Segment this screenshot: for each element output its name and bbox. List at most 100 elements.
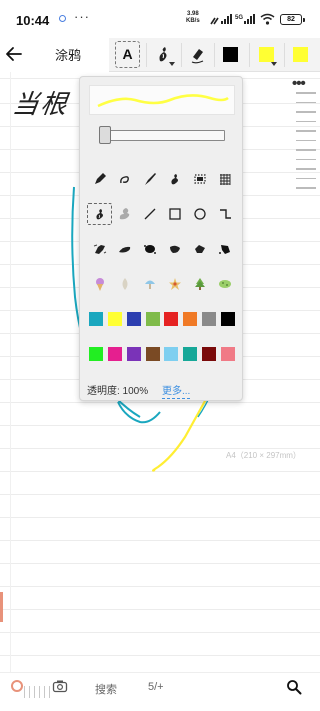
color-swatch-fill [183,311,198,326]
color-swatch-fill [201,346,216,361]
camera-icon[interactable] [52,679,68,693]
panel-footer: 透明度: 100% 更多... [87,382,237,399]
stroke-width-slider[interactable] [101,130,225,141]
record-icon[interactable] [11,680,23,692]
color-swatch-fill [126,346,141,361]
text-tool-button[interactable]: A [115,41,140,68]
pebble-sticker-icon[interactable] [212,273,237,295]
tree-sticker-icon[interactable] [187,273,212,295]
color-swatch[interactable] [143,343,162,365]
bottom-bar: 搜索 5/+ [0,672,320,711]
ink-splat-icon[interactable] [87,238,112,260]
freehand-icon[interactable] [87,202,112,225]
calligraphy-icon[interactable] [112,168,137,190]
status-icons: 5G [210,12,275,26]
color-swatch[interactable] [87,308,106,330]
chevron-down-icon [271,62,277,66]
wifi-icon [260,13,275,25]
search-label[interactable]: 搜索 [95,681,117,697]
mesh-icon[interactable] [212,168,237,190]
paper-size-label: A4（210 × 297mm） [226,451,301,460]
color-swatch-fill [89,311,104,326]
status-time: 10:44 [16,13,50,28]
signal-icon [210,14,232,25]
color-swatch[interactable] [218,343,237,365]
color-swatch[interactable] [162,308,181,330]
top-toolbar: 涂鸦 A [0,38,320,72]
battery-indicator: 82 [280,14,305,25]
divider [146,43,147,67]
star-sticker-icon[interactable] [162,273,187,295]
color-swatch-fill [145,311,160,326]
color-swatch[interactable] [106,308,125,330]
ink-stroke-icon[interactable] [162,238,187,260]
net-speed-value: 3.98 [186,11,199,17]
divider [284,43,285,67]
more-link[interactable]: 更多... [162,382,191,399]
lines-icon [24,686,50,698]
ice-cream-sticker-icon[interactable] [87,273,112,295]
brush-icon[interactable] [137,168,162,190]
line-icon[interactable] [137,203,162,225]
color-swatch[interactable] [200,308,219,330]
back-arrow-icon[interactable] [4,44,24,64]
color-swatch-fill [89,346,104,361]
step-line-icon[interactable] [212,203,237,225]
color-swatch-fill [220,346,235,361]
divider [181,43,182,67]
color-swatch[interactable] [181,343,200,365]
ink-dab-icon[interactable] [212,238,237,260]
color-swatch[interactable] [162,343,181,365]
status-bar: 10:44 ··· 3.98 KB/s 5G 82 [0,0,320,38]
yellow-color-button[interactable] [259,47,274,62]
color-swatch[interactable] [125,308,144,330]
tool-grid [87,161,237,371]
divider [249,43,250,67]
color-swatch[interactable] [218,308,237,330]
divider [214,43,215,67]
smudge-icon[interactable] [112,203,137,225]
page-outline-strip[interactable] [296,92,316,197]
sketch-icon[interactable] [162,168,187,190]
eraser-tool-icon[interactable] [186,43,210,67]
color-swatch-fill [220,311,235,326]
notification-icon [59,15,66,22]
handwriting-text: 当根 [10,90,71,120]
highlighter-color-button[interactable] [293,47,308,62]
opacity-label[interactable]: 透明度: 100% [87,386,148,397]
color-swatch[interactable] [106,343,125,365]
mushroom-sticker-icon[interactable] [137,273,162,295]
net-speed: 3.98 KB/s [186,11,200,25]
pen-icon[interactable] [87,168,112,190]
page-title: 涂鸦 [55,48,82,63]
search-icon[interactable] [286,679,302,695]
dotted-rect-icon[interactable] [187,168,212,190]
color-swatch-fill [108,311,123,326]
color-swatch-fill [164,311,179,326]
stroke-preview [89,85,235,115]
color-swatch[interactable] [125,343,144,365]
ink-brush-icon[interactable] [112,238,137,260]
color-swatch[interactable] [143,308,162,330]
side-scroll-tab[interactable] [0,592,3,622]
color-swatch-row [87,301,237,336]
more-options-icon[interactable]: ••• [292,75,306,92]
color-swatch[interactable] [87,343,106,365]
page-indicator[interactable]: 5/+ [148,681,164,693]
color-swatch-fill [201,311,216,326]
ink-blot-icon[interactable] [137,238,162,260]
ink-drop-icon[interactable] [187,238,212,260]
color-swatch-row [87,336,237,371]
circle-icon[interactable] [187,203,212,225]
color-swatch[interactable] [200,343,219,365]
stroke-width-slider-thumb[interactable] [99,126,111,144]
rectangle-icon[interactable] [162,203,187,225]
leaf-sticker-icon[interactable] [112,273,137,295]
color-swatch-fill [183,346,198,361]
drawing-tool-strip: A [109,38,320,72]
signal-5g-icon: 5G [235,14,255,24]
color-swatch-fill [126,311,141,326]
color-swatch-fill [164,346,179,361]
color-swatch[interactable] [181,308,200,330]
black-color-button[interactable] [223,47,238,62]
